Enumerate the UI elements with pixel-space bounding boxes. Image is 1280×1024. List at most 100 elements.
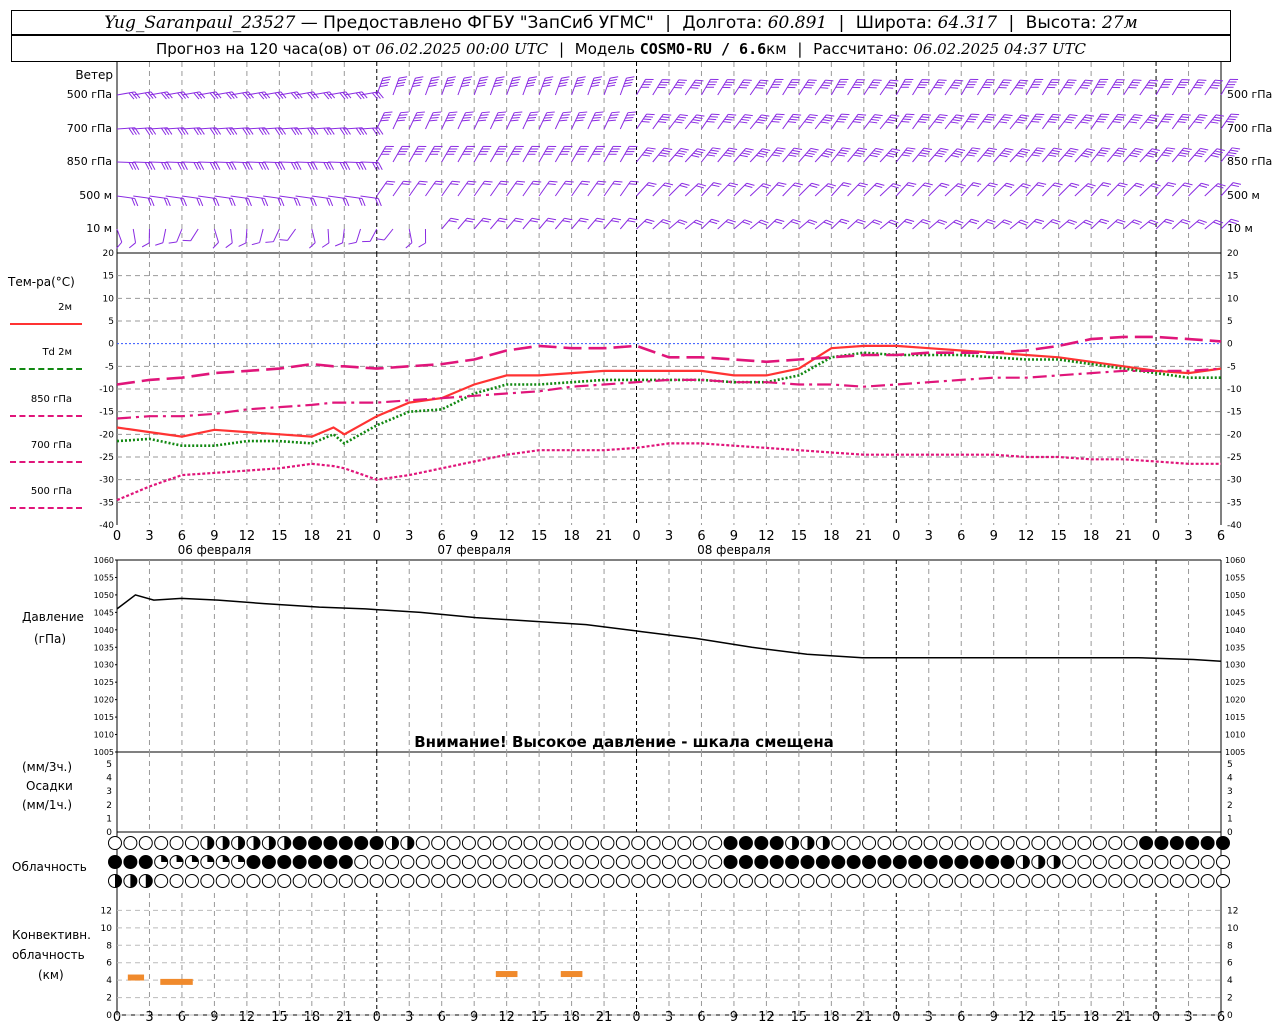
wind-barb	[418, 228, 427, 248]
cloud-circle-outline	[1216, 874, 1230, 888]
cloud-circle	[538, 874, 553, 888]
cloud-circle	[1169, 855, 1184, 869]
cloud-circle	[969, 855, 984, 869]
wind-barb	[1009, 114, 1030, 130]
cloud-circle-outline	[923, 836, 938, 850]
wind-barb	[782, 113, 802, 130]
cloud-circle	[308, 855, 323, 869]
wind-barb	[928, 182, 950, 197]
cloud-circle	[585, 874, 600, 888]
cloud-circle	[138, 874, 153, 888]
wind-barb	[311, 91, 336, 100]
cloud-circle-outline	[1123, 874, 1138, 888]
wind-barb	[733, 114, 753, 130]
wind-barb	[538, 180, 558, 197]
wind-barb	[814, 79, 834, 96]
cloud-circle	[523, 855, 538, 869]
cloud-circle	[800, 874, 815, 888]
pressure-unit: (гПа)	[34, 632, 67, 646]
wind-barb	[327, 91, 352, 100]
pressure-ytick-right: 1050	[1225, 591, 1245, 600]
temp-ytick-right: -40	[1227, 521, 1242, 531]
conv-hour-tick: 12	[1018, 1010, 1035, 1024]
wind-barb	[506, 76, 521, 96]
cloud-circle-outline	[738, 855, 753, 869]
cloud-circle-outline	[877, 855, 892, 869]
cloud-circle	[169, 874, 184, 888]
cloud-circle	[738, 855, 753, 869]
wind-barb-staff	[587, 217, 598, 230]
wind-barb	[701, 113, 720, 130]
temp-ytick-left: -30	[99, 476, 114, 486]
wind-barb	[879, 79, 899, 96]
wind-barb	[149, 91, 173, 100]
wind-barb	[1009, 79, 1029, 96]
cloud-circle	[600, 874, 615, 888]
cloud-circle	[631, 874, 646, 888]
wind-barb-flag	[376, 238, 385, 241]
cloud-circle	[1092, 855, 1107, 869]
conv-hour-tick: 0	[113, 1010, 121, 1024]
cloud-circle	[1139, 836, 1154, 850]
wind-barb	[1058, 147, 1079, 163]
cloud-circle-outline	[1154, 874, 1169, 888]
conv-hour-tick: 9	[470, 1010, 478, 1024]
wind-barb	[944, 183, 966, 197]
wind-barb	[1155, 147, 1176, 163]
cloud-circle	[1200, 836, 1215, 850]
cloud-circle	[108, 836, 122, 850]
wind-barb	[538, 217, 557, 230]
cloud-circle-outline	[1200, 874, 1215, 888]
wind-barb	[895, 218, 915, 230]
cloud-circle-fill	[191, 855, 199, 862]
wind-barb-staff	[1188, 219, 1200, 230]
temp-legend-label: 2м	[58, 302, 72, 313]
cloud-circle-outline	[538, 836, 553, 850]
conv-hour-tick: 15	[531, 1010, 548, 1024]
wind-barb-staff	[847, 219, 859, 230]
cloud-circle-outline	[877, 836, 892, 850]
cloud-circle	[646, 855, 661, 869]
temp-ytick-left: -35	[99, 498, 114, 508]
cloud-circle	[1108, 855, 1123, 869]
cloud-circle-outline	[1015, 874, 1030, 888]
cloud-circle	[277, 836, 292, 850]
cloud-circle-fill	[238, 836, 245, 850]
cloud-circle-outline	[338, 855, 353, 869]
cloud-circle	[1046, 874, 1061, 888]
wind-barb	[1041, 79, 1060, 96]
wind-barb	[1139, 114, 1160, 130]
wind-barb	[733, 219, 753, 230]
cloud-circle	[277, 855, 292, 869]
cloud-circle	[184, 836, 199, 850]
wind-level-label-left: 700 гПа	[66, 122, 112, 135]
cloud-circle-outline	[431, 855, 446, 869]
cloud-circle	[908, 874, 923, 888]
cloud-circle-outline	[1077, 855, 1092, 869]
cloud-circle	[1015, 836, 1030, 850]
cloud-circle-outline	[892, 836, 907, 850]
wind-barb-staff	[230, 228, 233, 243]
wind-barb	[425, 111, 442, 130]
temp-ytick-left: 10	[103, 294, 115, 304]
cloud-circle-outline	[831, 874, 846, 888]
wind-barb	[376, 228, 394, 241]
cloud-circle	[1031, 874, 1046, 888]
cloud-circle-fill	[407, 836, 414, 850]
pressure-ytick-right: 1035	[1225, 643, 1245, 652]
cloud-circle-outline	[677, 855, 692, 869]
cloud-circle-outline	[108, 836, 122, 850]
cloud-circle	[677, 855, 692, 869]
cloud-circle-outline	[154, 874, 169, 888]
wind-barb	[489, 76, 505, 96]
cloud-circle	[138, 836, 153, 850]
wind-barb	[441, 180, 461, 197]
cloud-circle-outline	[1031, 874, 1046, 888]
cloud-circle-outline	[461, 855, 476, 869]
wind-barb	[522, 145, 540, 163]
cloud-circle	[508, 855, 523, 869]
cloud-circle	[677, 836, 692, 850]
cloud-circle-outline	[785, 874, 800, 888]
precip-ytick-left: 0	[106, 828, 112, 838]
wind-barb	[701, 182, 722, 197]
